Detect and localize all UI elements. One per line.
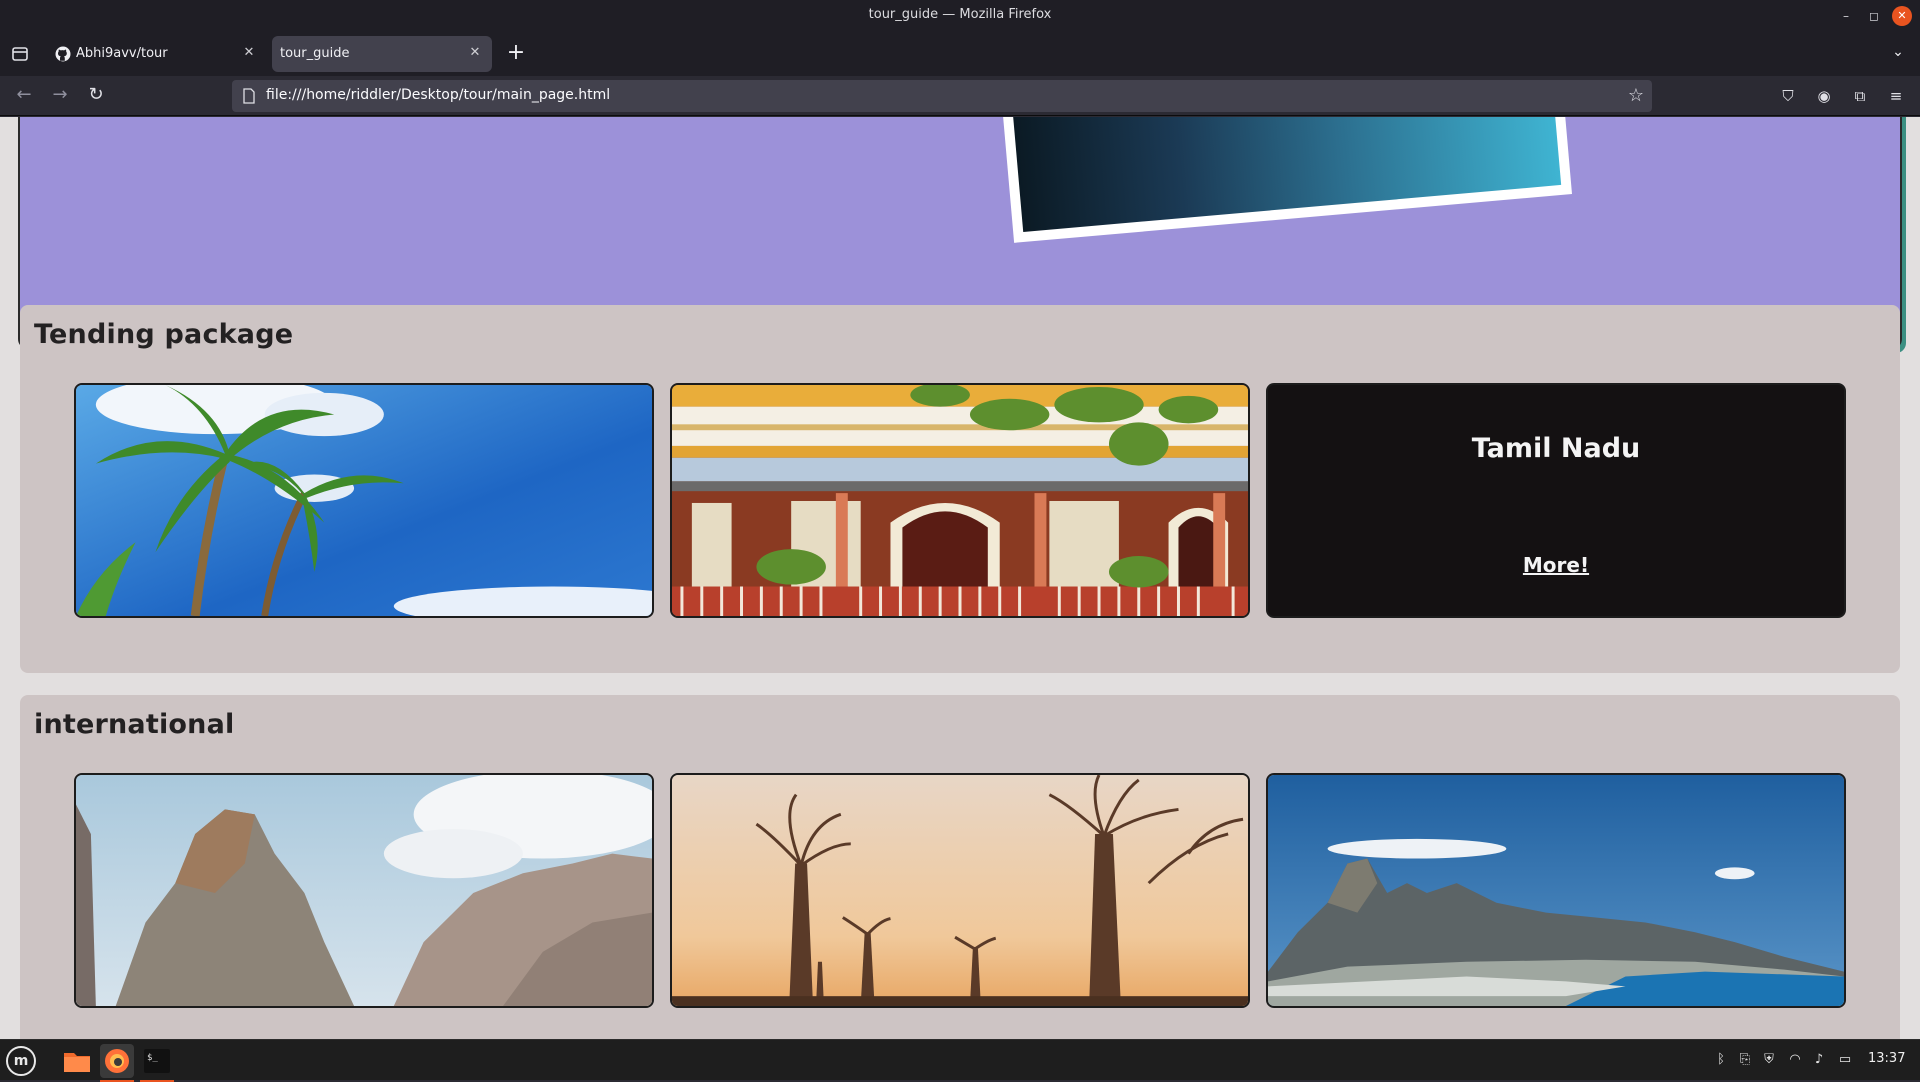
close-tab-icon[interactable]: ✕ [240, 44, 258, 62]
balcony-building-card[interactable] [670, 383, 1250, 618]
title-bar: tour_guide — Mozilla Firefox – ◻ ✕ [0, 0, 1920, 32]
shield-icon[interactable]: ⛨ [1760, 1051, 1778, 1069]
firefox-app-icon[interactable] [100, 1044, 134, 1082]
url-bar[interactable]: file:///home/riddler/Desktop/tour/main_p… [232, 80, 1652, 112]
international-section: international [20, 695, 1900, 1039]
tab-tour-guide[interactable]: tour_guide ✕ [272, 36, 492, 72]
window-title: tour_guide — Mozilla Firefox [868, 7, 1052, 22]
close-window-button[interactable]: ✕ [1892, 6, 1912, 26]
extensions-icon[interactable]: ⧉ [1850, 86, 1870, 106]
coastline-card[interactable] [1266, 773, 1846, 1008]
tamil-nadu-card[interactable]: Tamil Nadu More! [1266, 383, 1846, 618]
pocket-icon[interactable]: ⛉ [1778, 86, 1798, 106]
section-title: international [34, 709, 235, 740]
tab-label: tour_guide [280, 46, 350, 61]
tab-bar: Abhi9avv/tour ✕ tour_guide ✕ + ⌄ [0, 32, 1920, 76]
tab-label: Abhi9avv/tour [76, 46, 168, 61]
files-app-icon[interactable] [60, 1044, 94, 1078]
clipboard-icon[interactable]: ⎘ [1736, 1051, 1754, 1069]
balcony-building-image [672, 385, 1248, 616]
page-icon [243, 88, 255, 104]
close-tab-icon[interactable]: ✕ [466, 44, 484, 62]
new-tab-button[interactable]: + [502, 40, 530, 68]
bluetooth-icon[interactable]: ᛒ [1712, 1051, 1730, 1069]
taskbar: m $_ ᛒ ⎘ ⛨ ◠ ♪ ▭ 13:37 [0, 1039, 1920, 1082]
volume-icon[interactable]: ♪ [1810, 1051, 1828, 1069]
trending-section: Tending package Tamil Nadu More! [20, 305, 1900, 673]
account-icon[interactable]: ◉ [1814, 86, 1834, 106]
tab-github[interactable]: Abhi9avv/tour ✕ [48, 36, 266, 72]
limestone-cliffs-image [76, 775, 652, 1006]
more-link[interactable]: More! [1268, 553, 1844, 577]
hero-photo [987, 117, 1573, 243]
wifi-icon[interactable]: ◠ [1786, 1051, 1804, 1069]
palm-trees-image [76, 385, 652, 616]
mountain-coastline-image [1268, 775, 1844, 1006]
firefox-view-icon[interactable] [10, 44, 30, 64]
terminal-app-icon[interactable]: $_ [140, 1044, 174, 1082]
card-title: Tamil Nadu [1471, 433, 1641, 464]
maximize-button[interactable]: ◻ [1864, 6, 1884, 26]
minimize-button[interactable]: – [1836, 6, 1856, 26]
battery-icon[interactable]: ▭ [1836, 1051, 1854, 1069]
clock[interactable]: 13:37 [1868, 1051, 1905, 1066]
baobab-trees-image [672, 775, 1248, 1006]
cliffs-card[interactable] [74, 773, 654, 1008]
page-viewport: Tending package Tamil Nadu More! interna… [0, 117, 1920, 1039]
back-button[interactable]: ← [12, 84, 36, 108]
palm-trees-card[interactable] [74, 383, 654, 618]
navigation-bar: ← → ↻ file:///home/riddler/Desktop/tour/… [0, 76, 1920, 116]
forward-button[interactable]: → [48, 84, 72, 108]
github-icon [55, 46, 71, 62]
url-text[interactable]: file:///home/riddler/Desktop/tour/main_p… [266, 87, 610, 103]
start-menu-button[interactable]: m [6, 1046, 36, 1076]
section-title: Tending package [34, 319, 294, 350]
svg-text:$_: $_ [147, 1053, 158, 1063]
baobab-card[interactable] [670, 773, 1250, 1008]
hamburger-menu-icon[interactable]: ≡ [1886, 86, 1906, 106]
bookmark-star-icon[interactable]: ☆ [1628, 85, 1644, 106]
reload-button[interactable]: ↻ [84, 84, 108, 108]
list-all-tabs-icon[interactable]: ⌄ [1888, 44, 1908, 64]
